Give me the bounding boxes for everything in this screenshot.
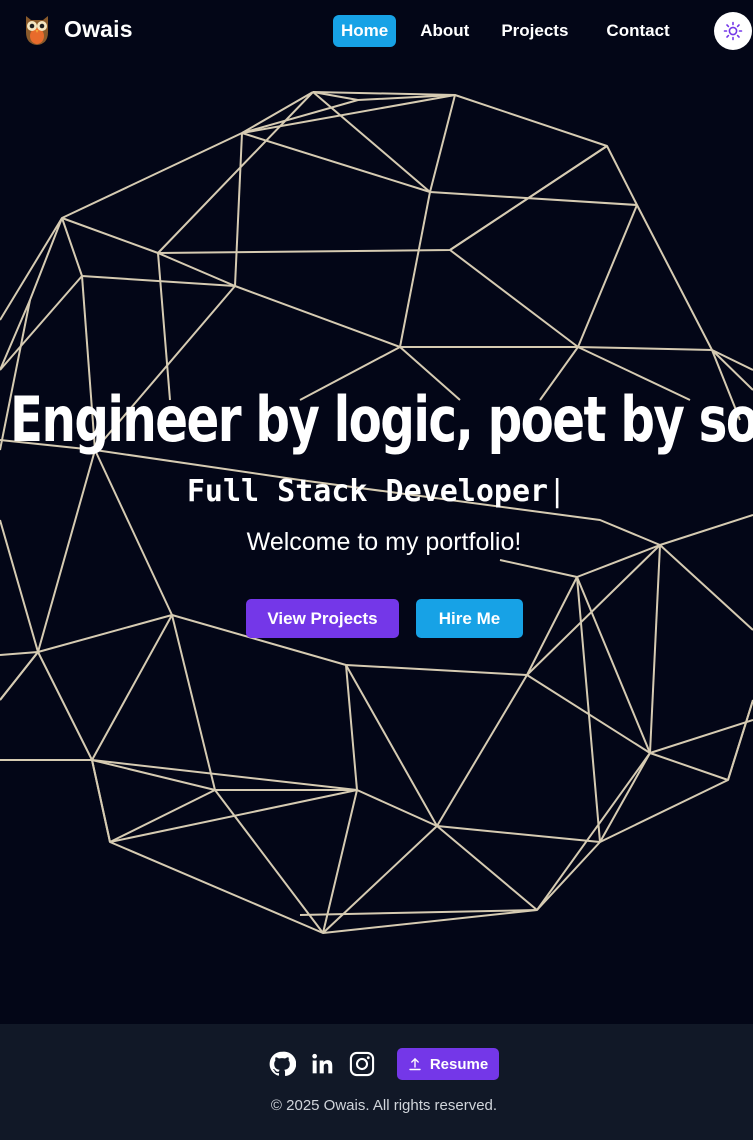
typing-cursor: | [548,474,567,509]
theme-toggle-button[interactable] [714,12,752,50]
instagram-link[interactable] [348,1050,376,1078]
resume-button[interactable]: Resume [397,1048,499,1080]
brand-name: Owais [64,15,133,42]
main-nav: Home About Projects Contact [333,15,694,47]
footer [0,1024,753,1140]
github-icon [269,1051,296,1077]
hero-title: Engineer by logic, poet by soul [10,383,753,456]
upload-icon [408,1057,422,1071]
linkedin-icon [312,1053,333,1074]
nav-contact[interactable]: Contact [598,15,677,47]
linkedin-link[interactable] [308,1050,336,1078]
role-text: Full Stack Developer [186,474,549,509]
role-typewriter: Full Stack Developer| [0,474,753,509]
top-navbar: Owais Home About Projects Contact [0,0,753,62]
hire-me-button[interactable]: Hire Me [416,599,523,638]
owl-icon [26,16,48,45]
page: Owais Home About Projects Contact Engine… [0,0,753,1140]
welcome-text: Welcome to my portfolio! [246,528,522,556]
brand[interactable]: Owais [22,12,133,46]
view-projects-button[interactable]: View Projects [246,599,399,638]
copyright-text: © 2025 Owais. All rights reserved. [270,1097,498,1114]
wireframe-sphere-graphic [0,91,753,934]
sun-icon [723,21,743,41]
nav-projects[interactable]: Projects [493,15,576,47]
github-link[interactable] [268,1050,296,1078]
resume-label: Resume [429,1055,489,1073]
nav-home[interactable]: Home [333,15,397,47]
nav-about[interactable]: About [412,15,477,47]
instagram-icon [349,1051,375,1077]
